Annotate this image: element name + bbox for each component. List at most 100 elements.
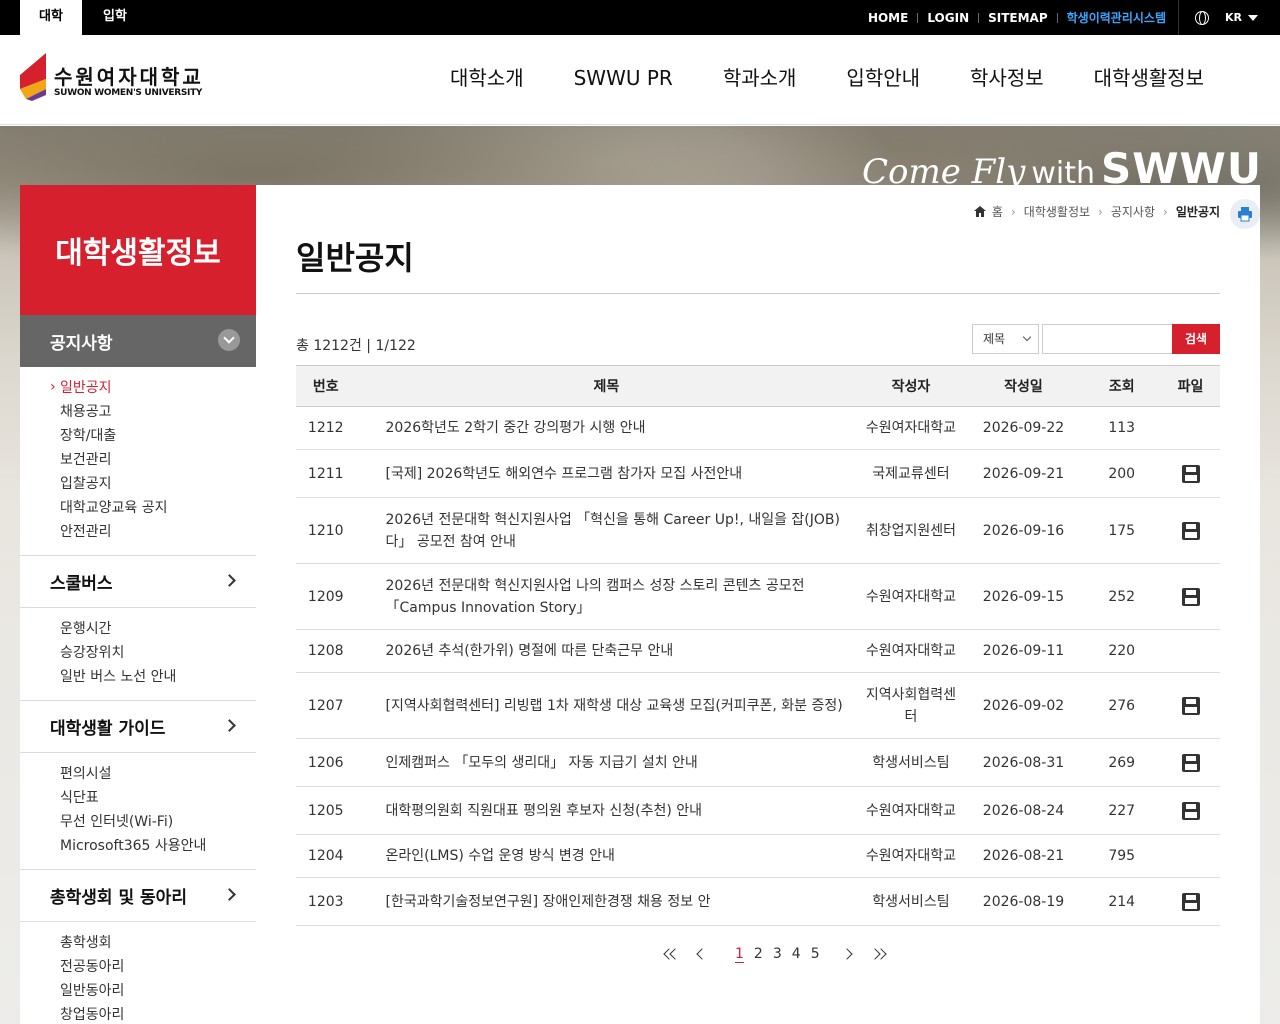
search-input[interactable] — [1042, 324, 1172, 354]
last-page-icon[interactable] — [868, 945, 889, 963]
attachment-icon[interactable] — [1181, 892, 1200, 911]
cell-title[interactable]: 2026년 전문대학 혁신지원사업 「혁신을 통해 Career Up!, 내일… — [355, 497, 858, 564]
attachment-icon[interactable] — [1181, 587, 1200, 606]
cell-title[interactable]: [한국과학기술정보연구원] 장애인제한경쟁 채용 정보 안 — [355, 877, 858, 926]
cell-title[interactable]: [국제] 2026학년도 해외연수 프로그램 참가자 모집 사전안내 — [355, 449, 858, 498]
cell-writer: 수원여자대학교 — [857, 563, 965, 630]
search-field-select[interactable]: 제목 — [972, 324, 1039, 354]
breadcrumb-item[interactable]: 공지사항 — [1111, 203, 1155, 220]
cell-date: 2026-09-16 — [964, 497, 1083, 564]
table-row[interactable]: 1206 인제캠퍼스 「모두의 생리대」 자동 지급기 설치 안내 학생서비스팀 20… — [296, 738, 1220, 787]
next-page-icon[interactable] — [840, 945, 859, 963]
cell-number: 1212 — [296, 406, 356, 450]
cell-writer: 수원여자대학교 — [857, 406, 965, 450]
side-item-general-club[interactable]: 일반동아리 — [60, 979, 256, 1003]
search-button[interactable]: 검색 — [1172, 324, 1220, 354]
university-logo[interactable]: 수원여자대학교 SUWON WOMEN'S UNIVERSITY — [20, 53, 210, 103]
side-item-menu[interactable]: 식단표 — [60, 786, 256, 810]
page-number[interactable]: 2 — [754, 946, 763, 962]
page-number[interactable]: 5 — [811, 946, 820, 962]
gnb-item-academic[interactable]: 학사정보 — [945, 35, 1069, 125]
gnb-item-departments[interactable]: 학과소개 — [698, 35, 822, 125]
login-link[interactable]: LOGIN — [927, 11, 969, 25]
tab-admission[interactable]: 입학 — [92, 0, 138, 35]
side-item-startup-club[interactable]: 창업동아리 — [60, 1003, 256, 1024]
home-icon[interactable] — [973, 206, 986, 217]
attachment-icon[interactable] — [1181, 464, 1200, 483]
table-row[interactable]: 1209 2026년 전문대학 혁신지원사업 나의 캠퍼스 성장 스토리 콘텐츠 … — [296, 563, 1220, 630]
side-item-wifi[interactable]: 무선 인터넷(Wi-Fi) — [60, 810, 256, 834]
side-section-student-council[interactable]: 총학생회 및 동아리 — [20, 870, 256, 922]
side-item-major-club[interactable]: 전공동아리 — [60, 955, 256, 979]
cell-title[interactable]: 2026년 전문대학 혁신지원사업 나의 캠퍼스 성장 스토리 콘텐츠 공모전「… — [355, 563, 858, 630]
gnb-item-campus-life[interactable]: 대학생활정보 — [1069, 35, 1229, 125]
cell-date: 2026-08-19 — [964, 877, 1083, 926]
caret-down-icon — [1248, 14, 1258, 21]
table-row[interactable]: 1211 [국제] 2026학년도 해외연수 프로그램 참가자 모집 사전안내 국제… — [296, 449, 1220, 498]
side-item-scholarship[interactable]: 장학/대출 — [60, 424, 256, 448]
attachment-icon[interactable] — [1181, 753, 1200, 772]
sitemap-link[interactable]: SITEMAP — [988, 11, 1048, 25]
side-item-microsoft365[interactable]: Microsoft365 사용안내 — [60, 834, 256, 858]
tab-university[interactable]: 대학 — [20, 0, 82, 35]
cell-writer: 학생서비스팀 — [857, 738, 965, 787]
home-link[interactable]: HOME — [868, 11, 908, 25]
side-item-facilities[interactable]: 편의시설 — [60, 762, 256, 786]
table-row[interactable]: 1208 2026년 추석(한가위) 명절에 따른 단축근무 안내 수원여자대학교 2… — [296, 629, 1220, 673]
cell-number: 1205 — [296, 786, 356, 835]
main-content: 홈 › 대학생활정보 › 공지사항 › 일반공지 일반공지 총 1212건 | … — [256, 185, 1260, 1024]
chevron-down-icon — [218, 329, 240, 351]
cell-title[interactable]: 2026학년도 2학기 중간 강의평가 시행 안내 — [355, 406, 858, 450]
side-item-bus-route[interactable]: 일반 버스 노선 안내 — [60, 665, 256, 689]
globe-icon — [1195, 10, 1209, 25]
column-header-title: 제목 — [355, 365, 858, 407]
side-item-recruitment[interactable]: 채용공고 — [60, 400, 256, 424]
gnb-item-pr[interactable]: SWWU PR — [549, 35, 698, 125]
cell-views: 113 — [1082, 406, 1161, 450]
table-row[interactable]: 1210 2026년 전문대학 혁신지원사업 「혁신을 통해 Career Up!… — [296, 497, 1220, 564]
cell-title[interactable]: 2026년 추석(한가위) 명절에 따른 단축근무 안내 — [355, 629, 858, 673]
side-section-school-bus[interactable]: 스쿨버스 — [20, 556, 256, 608]
side-item-bus-stop[interactable]: 승강장위치 — [60, 641, 256, 665]
table-row[interactable]: 1205 대학평의원회 직원대표 평의원 후보자 신청(추천) 안내 수원여자대학교… — [296, 786, 1220, 835]
page-number[interactable]: 4 — [792, 946, 801, 962]
breadcrumb-home[interactable]: 홈 — [992, 203, 1003, 220]
cell-title[interactable]: 온라인(LMS) 수업 운영 방식 변경 안내 — [355, 834, 858, 878]
cell-writer: 수원여자대학교 — [857, 834, 965, 878]
student-record-system-link[interactable]: 학생이력관리시스템 — [1067, 9, 1166, 26]
attachment-icon[interactable] — [1181, 521, 1200, 540]
side-item-general-notice[interactable]: 일반공지 — [50, 375, 256, 400]
language-selector[interactable]: KR — [1178, 0, 1280, 35]
first-page-icon[interactable] — [662, 945, 681, 963]
side-item-safety[interactable]: 안전관리 — [60, 520, 256, 544]
page-title: 일반공지 — [296, 239, 414, 277]
side-item-liberal-arts[interactable]: 대학교양교육 공지 — [60, 496, 256, 520]
print-button[interactable] — [1230, 199, 1260, 229]
side-section-campus-guide[interactable]: 대학생활 가이드 — [20, 701, 256, 753]
gnb-item-about[interactable]: 대학소개 — [425, 35, 549, 125]
gnb-item-admission[interactable]: 입학안내 — [821, 35, 945, 125]
cell-number: 1209 — [296, 563, 356, 630]
side-item-health[interactable]: 보건관리 — [60, 448, 256, 472]
side-item-schedule[interactable]: 운행시간 — [60, 617, 256, 641]
page-number[interactable]: 3 — [773, 946, 782, 962]
attachment-icon[interactable] — [1181, 696, 1200, 715]
table-row[interactable]: 1204 온라인(LMS) 수업 운영 방식 변경 안내 수원여자대학교 2026-0… — [296, 834, 1220, 878]
side-item-bidding[interactable]: 입찰공지 — [60, 472, 256, 496]
cell-title[interactable]: 대학평의원회 직원대표 평의원 후보자 신청(추천) 안내 — [355, 786, 858, 835]
table-row[interactable]: 1203 [한국과학기술정보연구원] 장애인제한경쟁 채용 정보 안 학생서비스팀 2… — [296, 877, 1220, 926]
site-header: 수원여자대학교 SUWON WOMEN'S UNIVERSITY 대학소개 SW… — [0, 35, 1280, 125]
cell-file — [1161, 629, 1220, 673]
attachment-icon[interactable] — [1181, 801, 1200, 820]
prev-page-icon[interactable] — [692, 945, 710, 963]
side-section-notices[interactable]: 공지사항 — [20, 315, 256, 367]
table-row[interactable]: 1207 [지역사회협력센터] 리빙랩 1차 재학생 대상 교육생 모집(커피쿠폰… — [296, 672, 1220, 739]
search-bar: 제목 검색 — [972, 324, 1220, 354]
breadcrumb-item[interactable]: 대학생활정보 — [1024, 203, 1090, 220]
table-row[interactable]: 1212 2026학년도 2학기 중간 강의평가 시행 안내 수원여자대학교 2026… — [296, 406, 1220, 450]
cell-date: 2026-09-22 — [964, 406, 1083, 450]
side-item-council[interactable]: 총학생회 — [60, 931, 256, 955]
cell-title[interactable]: 인제캠퍼스 「모두의 생리대」 자동 지급기 설치 안내 — [355, 738, 858, 787]
page-number[interactable]: 1 — [735, 946, 744, 963]
cell-title[interactable]: [지역사회협력센터] 리빙랩 1차 재학생 대상 교육생 모집(커피쿠폰, 화분… — [355, 672, 858, 739]
